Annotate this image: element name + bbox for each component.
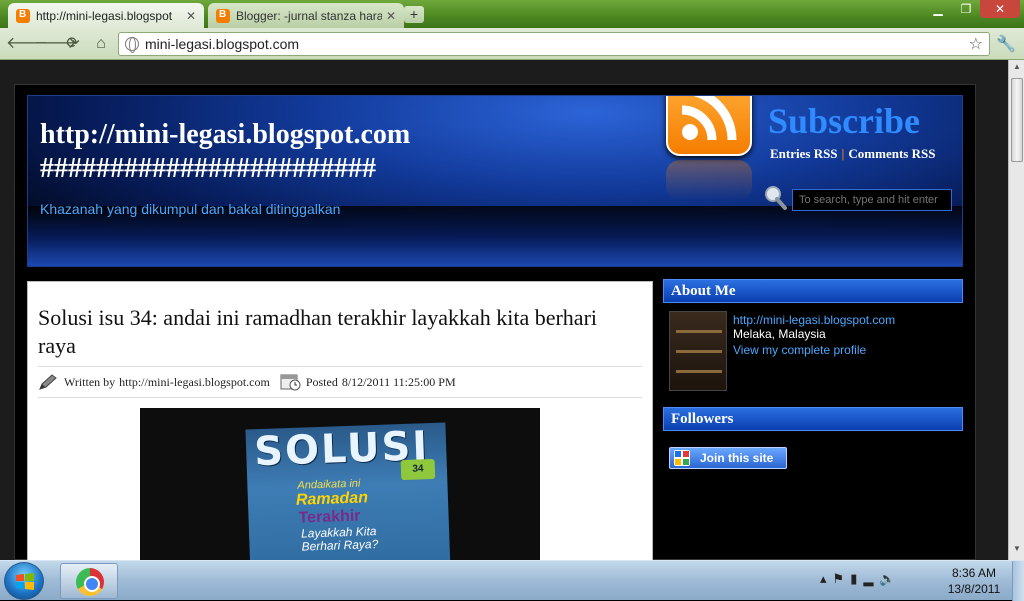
profile-location: Melaka, Malaysia (733, 327, 826, 341)
posted-date-link[interactable]: 8/12/2011 11:25:00 PM (342, 375, 456, 390)
post-meta: Written by http://mini-legasi.blogspot.c… (38, 366, 642, 398)
blog-post: Solusi isu 34: andai ini ramadhan terakh… (27, 281, 653, 560)
rss-reflection (666, 160, 752, 200)
scroll-down-icon[interactable]: ▼ (1011, 544, 1023, 558)
action-center-flag-icon[interactable]: ⚑ (833, 571, 851, 586)
tab-title: http://mini-legasi.blogspot (36, 8, 173, 23)
back-arrow-icon[interactable]: 🡐 (6, 34, 49, 54)
issue-badge: 34 (400, 458, 436, 481)
show-desktop-button[interactable] (1012, 561, 1024, 601)
post-author: Written by http://mini-legasi.blogspot.c… (38, 373, 270, 391)
volume-icon[interactable]: 🔈 (879, 571, 901, 586)
new-tab-button[interactable]: + (404, 6, 424, 23)
battery-icon[interactable]: ▮ (850, 571, 863, 586)
post-title[interactable]: Solusi isu 34: andai ini ramadhan terakh… (38, 304, 638, 360)
close-tab-icon[interactable]: ✕ (386, 9, 396, 23)
chrome-icon (76, 568, 104, 596)
rss-links: Entries RSS | Comments RSS (770, 146, 935, 162)
followers-heading: Followers (663, 407, 963, 431)
reload-icon[interactable]: ⟳ (62, 34, 84, 54)
scroll-thumb[interactable] (1011, 78, 1023, 162)
globe-icon (125, 37, 139, 53)
rss-separator: | (841, 146, 845, 161)
blog-container: http://mini-legasi.blogspot.com ########… (14, 84, 976, 560)
author-link[interactable]: http://mini-legasi.blogspot.com (119, 375, 270, 390)
windows-taskbar: ▴⚑▮▂🔈 8:36 AM 13/8/2011 (0, 560, 1024, 601)
browser-tab-strip: http://mini-legasi.blogspot ✕ Blogger: -… (0, 0, 1024, 28)
show-hidden-icons-icon[interactable]: ▴ (820, 571, 833, 586)
vertical-scrollbar[interactable]: ▲ ▼ (1008, 60, 1024, 560)
maximize-icon[interactable]: ❐ (952, 0, 980, 18)
home-icon[interactable]: ⌂ (90, 34, 112, 54)
minimize-icon[interactable]: ▁ (924, 0, 952, 18)
taskbar-chrome-button[interactable] (60, 563, 118, 599)
post-date: Posted 8/12/2011 11:25:00 PM (280, 373, 456, 391)
blog-description: Khazanah yang dikumpul dan bakal ditingg… (40, 201, 341, 217)
blogger-favicon-icon (216, 8, 230, 23)
magazine-cover: SOLUSI 34 Andaikata ini Ramadan Terakhir… (245, 422, 451, 560)
written-by-label: Written by (64, 374, 116, 389)
network-signal-icon[interactable]: ▂ (863, 571, 879, 586)
browser-toolbar: 🡐 🡒 ⟳ ⌂ mini-legasi.blogspot.com ☆ 🔧 (0, 28, 1024, 60)
tab-blogger[interactable]: Blogger: -jurnal stanza hara ✕ (208, 3, 404, 28)
pen-icon (38, 373, 58, 391)
clock-date: 13/8/2011 (947, 582, 1001, 596)
blog-header: http://mini-legasi.blogspot.com ########… (27, 95, 963, 267)
address-bar[interactable]: mini-legasi.blogspot.com ☆ (118, 32, 990, 56)
profile-name-link[interactable]: http://mini-legasi.blogspot.com (733, 313, 895, 327)
system-tray: ▴⚑▮▂🔈 (820, 571, 902, 587)
url-text: mini-legasi.blogspot.com (145, 36, 300, 52)
blog-title-line2: ######################## (40, 153, 376, 184)
taskbar-clock[interactable]: 8:36 AM 13/8/2011 (944, 565, 1004, 597)
page-viewport: http://mini-legasi.blogspot.com ########… (0, 60, 1008, 560)
join-label: Join this site (700, 451, 774, 465)
rss-feed-icon[interactable] (666, 96, 752, 156)
subscribe-heading: Subscribe (768, 101, 921, 141)
post-image[interactable]: SOLUSI 34 Andaikata ini Ramadan Terakhir… (140, 408, 540, 560)
scroll-up-icon[interactable]: ▲ (1011, 62, 1023, 76)
clock-time: 8:36 AM (951, 566, 997, 580)
bookmark-star-icon[interactable]: ☆ (969, 34, 983, 54)
tab-title: Blogger: -jurnal stanza hara (236, 8, 382, 23)
google-friend-connect-icon (674, 450, 690, 466)
bookshelf-line (676, 370, 722, 373)
posted-label: Posted (305, 374, 338, 389)
cover-line: Layakkah Kita Berhari Raya? (300, 524, 379, 554)
bookshelf-line (676, 350, 722, 353)
close-window-icon[interactable]: ✕ (980, 0, 1020, 18)
wrench-menu-icon[interactable]: 🔧 (996, 34, 1016, 54)
view-profile-link[interactable]: View my complete profile (733, 343, 866, 357)
tab-mini-legasi[interactable]: http://mini-legasi.blogspot ✕ (8, 3, 204, 28)
magnifier-icon (762, 184, 788, 210)
forward-arrow-icon[interactable]: 🡒 (34, 34, 77, 54)
calendar-clock-icon (280, 373, 301, 391)
blogger-favicon-icon (16, 8, 30, 23)
close-tab-icon[interactable]: ✕ (186, 9, 196, 23)
blog-title[interactable]: http://mini-legasi.blogspot.com ########… (40, 118, 560, 186)
start-button[interactable] (4, 562, 44, 600)
bookshelf-line (676, 330, 722, 333)
entries-rss-link[interactable]: Entries RSS (770, 146, 838, 161)
comments-rss-link[interactable]: Comments RSS (848, 146, 935, 161)
search-input[interactable] (792, 189, 952, 211)
join-this-site-button[interactable]: Join this site (669, 447, 787, 469)
profile-photo[interactable] (669, 311, 727, 391)
blog-title-line1: http://mini-legasi.blogspot.com (40, 119, 411, 150)
about-me-heading: About Me (663, 279, 963, 303)
